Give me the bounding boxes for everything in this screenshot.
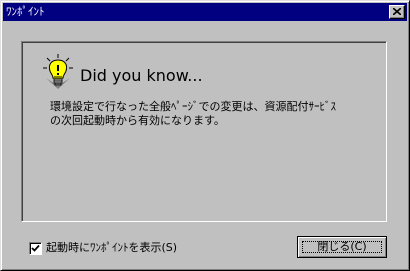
tip-panel: Did you know... 環境設定で行なった全般ﾍﾟｰｼﾞでの変更は、資源… bbox=[21, 41, 387, 222]
title-close-button[interactable] bbox=[389, 5, 405, 19]
tip-line-2: の次回起動時から有効になります。 bbox=[50, 114, 225, 127]
lightbulb-icon bbox=[43, 54, 73, 89]
close-button[interactable]: 閉じる(C) bbox=[297, 236, 387, 258]
close-icon bbox=[393, 8, 401, 15]
show-at-startup-checkbox[interactable] bbox=[29, 242, 42, 255]
tip-heading: Did you know... bbox=[80, 66, 203, 85]
tip-line-1: 環境設定で行なった全般ﾍﾟｰｼﾞでの変更は、資源配付ｻｰﾋﾞｽ bbox=[50, 100, 336, 113]
tip-body: 環境設定で行なった全般ﾍﾟｰｼﾞでの変更は、資源配付ｻｰﾋﾞｽ の次回起動時から… bbox=[50, 100, 370, 128]
show-at-startup-label[interactable]: 起動時にﾜﾝﾎﾟｲﾝﾄを表示(S) bbox=[46, 241, 177, 255]
close-button-label: 閉じる(C) bbox=[317, 240, 367, 253]
dialog-window: ﾜﾝﾎﾟｲﾝﾄ Did you know... 環境設定で行なった全般ﾍﾟｰｼﾞ… bbox=[0, 0, 410, 271]
window-title: ﾜﾝﾎﾟｲﾝﾄ bbox=[6, 5, 45, 18]
checkmark-icon bbox=[31, 244, 40, 252]
title-bar[interactable]: ﾜﾝﾎﾟｲﾝﾄ bbox=[3, 3, 407, 21]
